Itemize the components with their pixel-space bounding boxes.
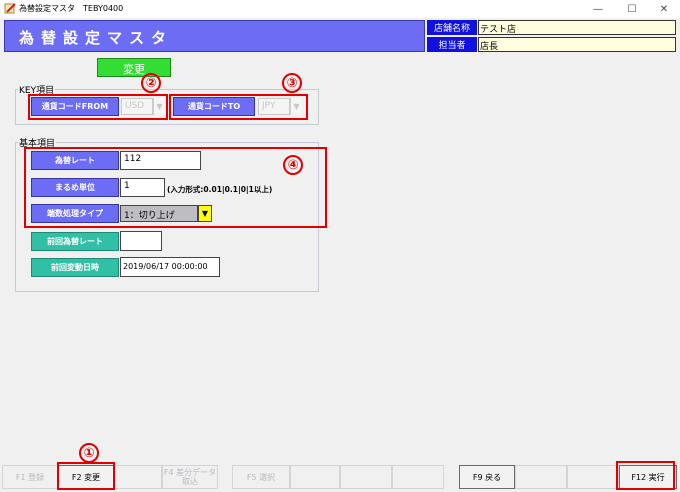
f3-button[interactable] — [114, 465, 162, 489]
previous-changed-value: 2019/06/17 00:00:00 — [120, 257, 220, 277]
f4-import-diff-button[interactable]: F4 差分データ 取込 — [162, 465, 218, 489]
app-icon — [4, 3, 16, 14]
f11-button[interactable] — [567, 465, 619, 489]
f7-button[interactable] — [340, 465, 392, 489]
annotation-3: ③ — [282, 73, 302, 93]
f9-back-button[interactable]: F9 戻る — [459, 465, 515, 489]
previous-changed-label: 前回変動日時 — [31, 258, 119, 277]
annotation-1: ① — [79, 443, 99, 463]
fkey-spacer — [218, 465, 222, 489]
person-in-charge-label: 担当者 — [427, 37, 477, 52]
store-name-label: 店舗名称 — [427, 20, 477, 35]
person-in-charge-value: 店長 — [478, 37, 676, 52]
annotation-2: ② — [141, 73, 161, 93]
f4-label-line2: 取込 — [182, 477, 198, 486]
maximize-button[interactable]: ☐ — [618, 0, 646, 18]
close-button[interactable]: ✕ — [650, 0, 678, 18]
previous-rate-label: 前回為替レート — [31, 232, 119, 251]
screen-title: 為替設定マスタ — [4, 20, 425, 52]
window-title: 為替設定マスタ TEBY0400 — [19, 4, 124, 13]
f5-select-button[interactable]: F5 選択 — [232, 465, 290, 489]
highlight-box-1 — [57, 462, 115, 490]
f1-register-button[interactable]: F1 登録 — [2, 465, 58, 489]
highlight-box-3 — [169, 94, 308, 120]
store-name-value: テスト店 — [478, 20, 676, 35]
minimize-button[interactable]: — — [584, 0, 612, 18]
highlight-box-2 — [28, 94, 168, 120]
previous-rate-value — [120, 231, 162, 251]
f4-label-line1: F4 差分データ — [163, 468, 217, 477]
window-title-bar: 為替設定マスタ TEBY0400 — ☐ ✕ — [0, 0, 680, 18]
highlight-box-f12 — [616, 461, 675, 490]
highlight-box-4 — [24, 147, 327, 228]
annotation-4: ④ — [283, 155, 303, 175]
f6-button[interactable] — [290, 465, 340, 489]
f10-button[interactable] — [515, 465, 567, 489]
f8-button[interactable] — [392, 465, 444, 489]
mode-badge: 変更 — [97, 58, 171, 77]
